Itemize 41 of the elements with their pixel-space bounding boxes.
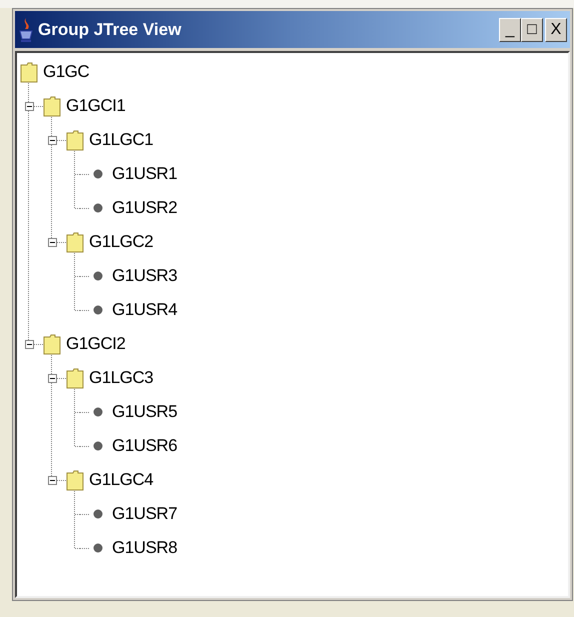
tree-node-label[interactable]: G1GC <box>43 59 90 85</box>
dot-icon <box>93 441 103 451</box>
tree-node-label[interactable]: G1USR4 <box>112 297 178 323</box>
dot-icon <box>93 509 103 519</box>
folder-icon <box>20 61 38 83</box>
folder-icon <box>66 231 84 253</box>
dot-icon <box>93 305 103 315</box>
tree-node-label[interactable]: G1LGC4 <box>89 467 154 493</box>
collapse-toggle[interactable] <box>48 238 57 246</box>
window-title: Group JTree View <box>38 18 182 41</box>
dot-icon <box>93 271 103 281</box>
minimize-button[interactable]: _ <box>499 18 521 42</box>
maximize-button[interactable]: □ <box>521 18 543 42</box>
tree-node-label[interactable]: G1USR3 <box>112 263 178 289</box>
tree-node-label[interactable]: G1USR2 <box>112 195 178 221</box>
folder-icon <box>43 95 61 117</box>
tree-node-label[interactable]: G1GCI2 <box>66 331 126 357</box>
dot-icon <box>93 407 103 417</box>
folder-icon <box>66 129 84 151</box>
dot-icon <box>93 543 103 553</box>
collapse-toggle[interactable] <box>25 102 34 110</box>
tree-node-label[interactable]: G1USR7 <box>112 501 178 527</box>
tree-node-label[interactable]: G1GCI1 <box>66 93 126 119</box>
folder-icon <box>66 469 84 491</box>
close-button[interactable]: X <box>545 18 567 42</box>
folder-icon <box>66 367 84 389</box>
collapse-toggle[interactable] <box>48 136 57 144</box>
dot-icon <box>93 203 103 213</box>
tree-node-label[interactable]: G1USR8 <box>112 535 178 561</box>
folder-icon <box>43 333 61 355</box>
cup-icon <box>18 16 34 42</box>
collapse-toggle[interactable] <box>48 374 57 382</box>
collapse-toggle[interactable] <box>25 340 34 348</box>
tree-node-label[interactable]: G1LGC3 <box>89 365 154 391</box>
tree-node-label[interactable]: G1USR6 <box>112 433 178 459</box>
tree-node-label[interactable]: G1USR1 <box>112 161 178 187</box>
collapse-toggle[interactable] <box>48 476 57 484</box>
tree-node-label[interactable]: G1LGC1 <box>89 127 154 153</box>
dot-icon <box>93 169 103 179</box>
tree-node-label[interactable]: G1USR5 <box>112 399 178 425</box>
tree-node-label[interactable]: G1LGC2 <box>89 229 154 255</box>
